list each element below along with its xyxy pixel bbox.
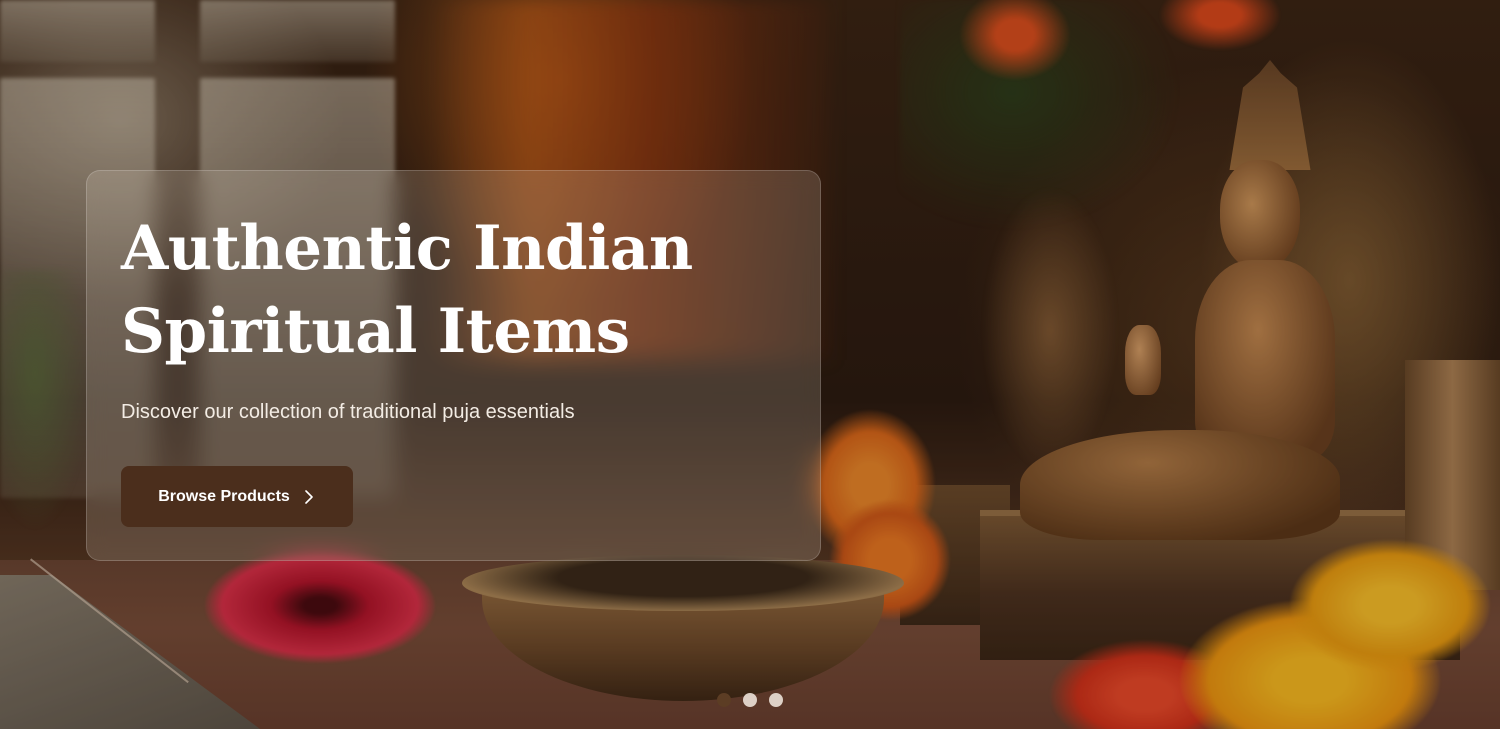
carousel-dot[interactable] bbox=[717, 693, 731, 707]
carousel-dot[interactable] bbox=[743, 693, 757, 707]
browse-products-button[interactable]: Browse Products bbox=[121, 466, 353, 527]
hero-card: Authentic Indian Spiritual Items Discove… bbox=[86, 170, 821, 561]
hero-subtitle: Discover our collection of traditional p… bbox=[121, 401, 575, 423]
carousel-dot[interactable] bbox=[769, 693, 783, 707]
browse-products-label: Browse Products bbox=[158, 487, 290, 505]
chevron-right-icon bbox=[304, 489, 313, 504]
hero-banner: Authentic Indian Spiritual Items Discove… bbox=[0, 0, 1500, 729]
carousel-dots bbox=[717, 693, 783, 707]
hero-title: Authentic Indian Spiritual Items bbox=[121, 213, 693, 367]
